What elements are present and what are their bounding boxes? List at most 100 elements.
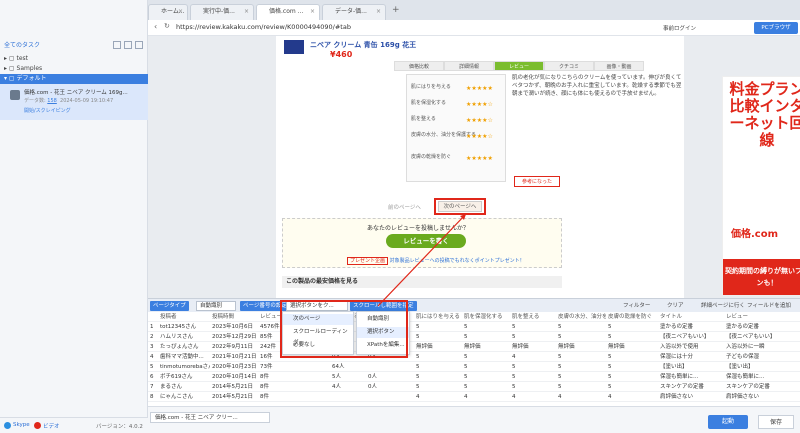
page-type-label: ページタイプ	[150, 301, 189, 311]
table-cell: 4	[512, 394, 516, 400]
table-row[interactable]: 3たっぴょんさん2022年9月11日242件2326人4人無評価無評価無評価無評…	[148, 342, 800, 352]
column-header[interactable]: 投稿時間	[212, 312, 258, 322]
related-title: この製品の最安価格を見る	[282, 276, 562, 288]
column-header[interactable]: 投稿者	[160, 312, 210, 322]
table-cell: 2020年10月14日	[212, 374, 257, 380]
table-cell: 4	[464, 394, 468, 400]
refresh-icon[interactable]: ↻	[164, 22, 170, 30]
tab-kakaku[interactable]: 価格.com ... ×	[256, 4, 320, 20]
tab-price[interactable]: 価格比較	[394, 61, 444, 71]
column-header[interactable]: 肌にはりを与える	[416, 312, 462, 322]
tab-data[interactable]: データ-価... ×	[322, 4, 386, 20]
skype-link[interactable]: Skype	[13, 422, 30, 428]
add-field-button[interactable]: フィールドを追加	[744, 301, 794, 311]
table-cell: 5	[416, 364, 420, 370]
table-cell: 5	[416, 374, 420, 380]
new-tab-icon[interactable]: +	[392, 5, 400, 15]
left-footer: Skype ビデオ バージョン：4.0.2	[0, 417, 148, 433]
tree-item-samples[interactable]: ▸ ▢ Samples	[0, 64, 148, 74]
table-cell: tot12345さん	[160, 324, 197, 330]
table-cell: 5	[512, 384, 516, 390]
grid-header-row[interactable]: 投稿者投稿時間レビュー参考になるバッジ肌にはりを与える肌を保湿化する肌を整える皮…	[148, 312, 800, 322]
table-cell: 保湿には十分	[660, 354, 694, 360]
task-tab[interactable]: 価格.com - 花王 ニベア クリー...	[150, 412, 270, 423]
write-review-button[interactable]: レビューを書く	[386, 234, 466, 248]
url-field[interactable]: https://review.kakaku.com/review/K000049…	[176, 23, 351, 31]
column-header[interactable]: タイトル	[660, 312, 724, 322]
ad-banner[interactable]: 料金プラン比較インターネット回線 価格.com 契約期間の縛りが無いプランも！	[722, 76, 800, 296]
login-button[interactable]: 事前ログイン	[663, 24, 696, 32]
table-row[interactable]: 8 にゃんこさん 2014年5月21日 8件 4 4 4 4 4 肩評価さない 肩評価さない	[148, 392, 800, 402]
version-label: バージョン：4.0.2	[96, 424, 143, 430]
prev-page-link[interactable]: 前のページへ	[388, 203, 421, 211]
table-cell: 【塗い出】	[660, 364, 688, 370]
table-cell: 5	[608, 334, 612, 340]
close-icon: ×	[177, 8, 183, 15]
table-cell: 5人	[332, 374, 341, 380]
column-header[interactable]: 肌を保湿化する	[464, 312, 510, 322]
back-icon[interactable]: ‹	[154, 22, 157, 31]
review-text: 肌の老化が気になりこちらのクリームを使っています。伸びが良くてベタつかず、朝晩の…	[512, 75, 682, 97]
column-header[interactable]: 皮膚の水分、油分を	[558, 312, 606, 322]
column-header[interactable]: レビュー	[726, 312, 784, 322]
rating-row: 皮膚の水分、油分を保護する ★★★★☆	[411, 132, 493, 140]
save-button[interactable]: 保存	[758, 415, 794, 429]
start-button[interactable]: 起動	[708, 415, 748, 429]
table-row[interactable]: 7 まるさん 2014年5月21日 8件 4人 0人 5 5 5 5 5 スキンケアの定番 スキンケアの…	[148, 382, 800, 392]
browser-tabs: ホーム... × 実行中-価... × 価格.com ... × データ-価... × …	[148, 0, 800, 20]
table-cell: 保湿も簡単に…	[660, 374, 699, 380]
table-cell: 5	[464, 384, 468, 390]
table-row[interactable]: 4 歯科ママ活動中... 2021年10月21日 16件 0人 0人 5 5 4 5 5 保湿には十分…	[148, 352, 800, 362]
table-cell: 5	[608, 354, 612, 360]
table-cell: 5	[464, 324, 468, 330]
table-cell	[300, 362, 330, 372]
filter-button[interactable]: フィルター	[620, 301, 653, 311]
tab-spec[interactable]: 詳細情報	[444, 61, 494, 71]
tab-home[interactable]: ホーム... ×	[148, 4, 188, 20]
new-folder-icon[interactable]	[113, 41, 121, 49]
helpful-button[interactable]: 参考になった	[514, 176, 560, 187]
table-cell: 5	[512, 364, 516, 370]
skype-icon[interactable]	[4, 422, 11, 429]
table-cell: 0人	[368, 374, 377, 380]
table-cell: 5	[608, 384, 612, 390]
task-status[interactable]: 開始/スクレイピング	[24, 107, 71, 114]
table-cell: 無評価	[464, 344, 481, 350]
robot-icon	[10, 90, 20, 100]
tree-item-test[interactable]: ▸ ▢ test	[0, 54, 148, 64]
column-header[interactable]: 皮膚の乾燥を防ぐ	[608, 312, 658, 322]
tab-media[interactable]: 画像・動画	[594, 61, 644, 71]
table-row[interactable]: 2ハムリスさん2023年12月29日85件1人0人55555【夜ニベアもいい】【…	[148, 332, 800, 342]
browser-mode-button[interactable]: PCブラウザ	[754, 22, 798, 34]
collapse-icon[interactable]	[135, 41, 143, 49]
tab-kuchikomi[interactable]: クチコミ	[544, 61, 594, 71]
table-cell: tinmotumorebaさん	[160, 364, 210, 370]
table-cell: 肩評価さない	[726, 394, 760, 400]
video-link[interactable]: ビデオ	[43, 422, 60, 430]
table-row[interactable]: 1 tot12345さん 2023年10月6日 4576件 5 5 5 5 5 塗かるの定番 塗かる…	[148, 322, 800, 332]
product-title[interactable]: ニベア クリーム 青缶 169g 花王	[310, 40, 416, 50]
tab-review[interactable]: レビュー	[494, 61, 544, 71]
detail-page-button[interactable]: 詳細ページに行く	[698, 301, 748, 311]
tree-item-default[interactable]: ▾ ▢ デフォルト	[0, 74, 148, 84]
new-task-icon[interactable]	[124, 41, 132, 49]
table-cell: 5	[558, 354, 562, 360]
table-row[interactable]: 6 ボチ619さん 2020年10月14日 8件 5人 0人 5 5 5 5 5 保湿も簡単に… 保湿も…	[148, 372, 800, 382]
table-row[interactable]: 5 tinmotumorebaさん 2020年10月23日 73件 64人 5 5 5 5 5 【塗…	[148, 362, 800, 372]
table-cell: 5	[558, 374, 562, 380]
table-cell: 【塗い出】	[726, 364, 754, 370]
table-cell: 5	[416, 354, 420, 360]
video-icon[interactable]	[34, 422, 41, 429]
webpage-content: ニベア クリーム 青缶 169g 花王 ¥460 価格比較 詳細情報 レビュー …	[276, 36, 800, 298]
task-card[interactable]: 価格.com - 花王 ニベア クリーム 169g... データ数: 158 2…	[0, 84, 148, 120]
tab-running[interactable]: 実行中-価... ×	[190, 4, 254, 20]
column-header[interactable]: 肌を整える	[512, 312, 556, 322]
folder-icon: ▢	[8, 75, 15, 82]
table-cell	[332, 392, 366, 402]
table-cell: 塗かるの定番	[660, 324, 694, 330]
table-cell: 5	[608, 364, 612, 370]
page-type-select[interactable]: 自動識別	[196, 301, 236, 311]
table-cell: 4	[558, 394, 562, 400]
table-cell: ボチ619さん	[160, 374, 193, 380]
clear-button[interactable]: クリア	[664, 301, 687, 311]
